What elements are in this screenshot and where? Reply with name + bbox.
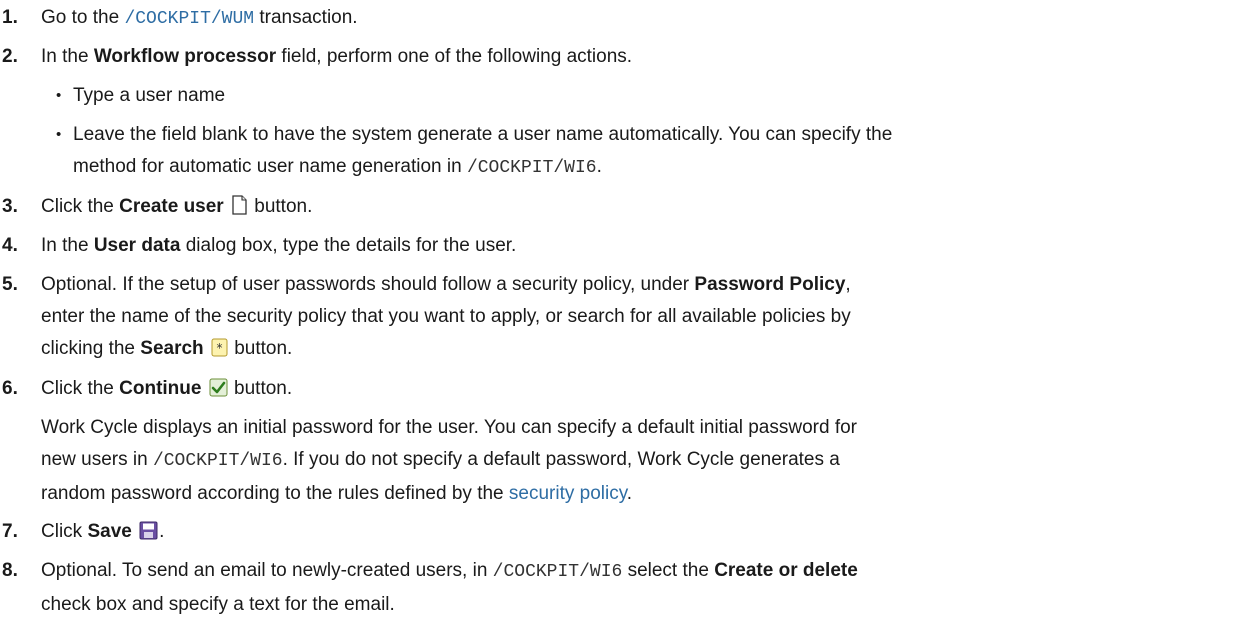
step-line: check box and specify a text for the ema…	[41, 594, 395, 615]
step-text-post: dialog box, type the details for the use…	[180, 235, 517, 256]
step-number: 4.	[2, 235, 18, 256]
description-line: new users in /COCKPIT/WI6. If you do not…	[41, 446, 1244, 475]
step-text: Click the Create user button.	[41, 193, 1244, 223]
step-text: In the Workflow processor field, perform…	[41, 43, 1244, 70]
transaction-code: /COCKPIT/WI6	[466, 158, 597, 178]
step-line-mid: select the	[622, 560, 715, 581]
description-line-pre: random password according to the rules d…	[41, 483, 509, 504]
step-line-post: button.	[228, 338, 293, 359]
description-line-pre: new users in	[41, 449, 153, 470]
bullet-line: method for automatic user name generatio…	[73, 153, 1244, 182]
transaction-code: /COCKPIT/WI6	[152, 451, 283, 471]
step-number: 6.	[2, 378, 18, 399]
step-text-post: button.	[248, 196, 313, 217]
bullet-line: Leave the field blank to have the system…	[73, 124, 893, 145]
step-number: 7.	[2, 521, 18, 542]
step-line-pre: Optional. To send an email to newly-crea…	[41, 560, 493, 581]
ui-term: Search	[140, 338, 204, 359]
transaction-link[interactable]: /COCKPIT/WUM	[124, 9, 254, 29]
description-line-post: . If you do not specify a default passwo…	[282, 449, 840, 470]
save-floppy-icon	[139, 521, 158, 548]
step-number: 3.	[2, 196, 18, 217]
ui-term: Continue	[119, 378, 202, 399]
step-line: Optional. To send an email to newly-crea…	[41, 557, 1244, 586]
step-text: Optional. To send an email to newly-crea…	[41, 557, 1244, 618]
step-text-post: transaction.	[254, 7, 358, 28]
description-line: Work Cycle displays an initial password …	[41, 417, 858, 438]
svg-text:*: *	[216, 341, 222, 355]
step-text: Optional. If the setup of user passwords…	[41, 271, 1244, 365]
step-text-pre: In the	[41, 46, 94, 67]
step-number: 5.	[2, 274, 18, 295]
step-line-post: ,	[845, 274, 851, 295]
step-text: Go to the /COCKPIT/WUM transaction.	[41, 4, 1244, 33]
ui-term: User data	[93, 235, 181, 256]
bullet-dot: •	[56, 87, 62, 104]
step-text-pre: Go to the	[41, 7, 125, 28]
step-line: Optional. If the setup of user passwords…	[41, 271, 1244, 298]
bullet-text: Leave the field blank to have the system…	[73, 121, 1244, 182]
bullet-text: Type a user name	[73, 85, 226, 106]
step-number: 2.	[2, 46, 18, 67]
bullet-dot: •	[56, 126, 62, 143]
step-text-post: button.	[228, 378, 293, 399]
step-text-pre: Click the	[41, 378, 120, 399]
step-number: 8.	[2, 560, 18, 581]
step-line-pre: clicking the	[41, 338, 141, 359]
step-6-description: Work Cycle displays an initial password …	[41, 414, 1244, 507]
bullet-line-post: .	[596, 156, 602, 177]
step-text-pre: Click	[41, 521, 88, 542]
step-text-post: field, perform one of the following acti…	[276, 46, 633, 67]
step-line: enter the name of the security policy th…	[41, 306, 851, 327]
transaction-code: /COCKPIT/WI6	[492, 562, 623, 582]
ui-term: Workflow processor	[93, 46, 277, 67]
step-number: 1.	[2, 7, 18, 28]
ui-term: Create or delete	[714, 560, 858, 581]
bullet-line-pre: method for automatic user name generatio…	[73, 156, 467, 177]
continue-check-icon	[209, 378, 228, 405]
create-document-icon	[231, 195, 248, 223]
step-text: In the User data dialog box, type the de…	[41, 232, 1244, 259]
step-text-pre: Click the	[41, 196, 120, 217]
step-text-pre: In the	[41, 235, 94, 256]
ui-term: Save	[87, 521, 132, 542]
search-asterisk-icon: *	[211, 338, 228, 365]
step-text: Click the Continue button.	[41, 375, 1244, 405]
description-line: random password according to the rules d…	[41, 480, 1244, 507]
ui-term: Password Policy	[694, 274, 846, 295]
step-line: clicking the Search * button.	[41, 335, 1244, 365]
description-line-post: .	[626, 483, 633, 504]
security-policy-link[interactable]: security policy	[509, 483, 627, 504]
step-line-pre: Optional. If the setup of user passwords…	[41, 274, 695, 295]
step-text-post: .	[159, 521, 165, 542]
ui-term: Create user	[119, 196, 224, 217]
step-text: Click Save .	[41, 518, 1244, 548]
